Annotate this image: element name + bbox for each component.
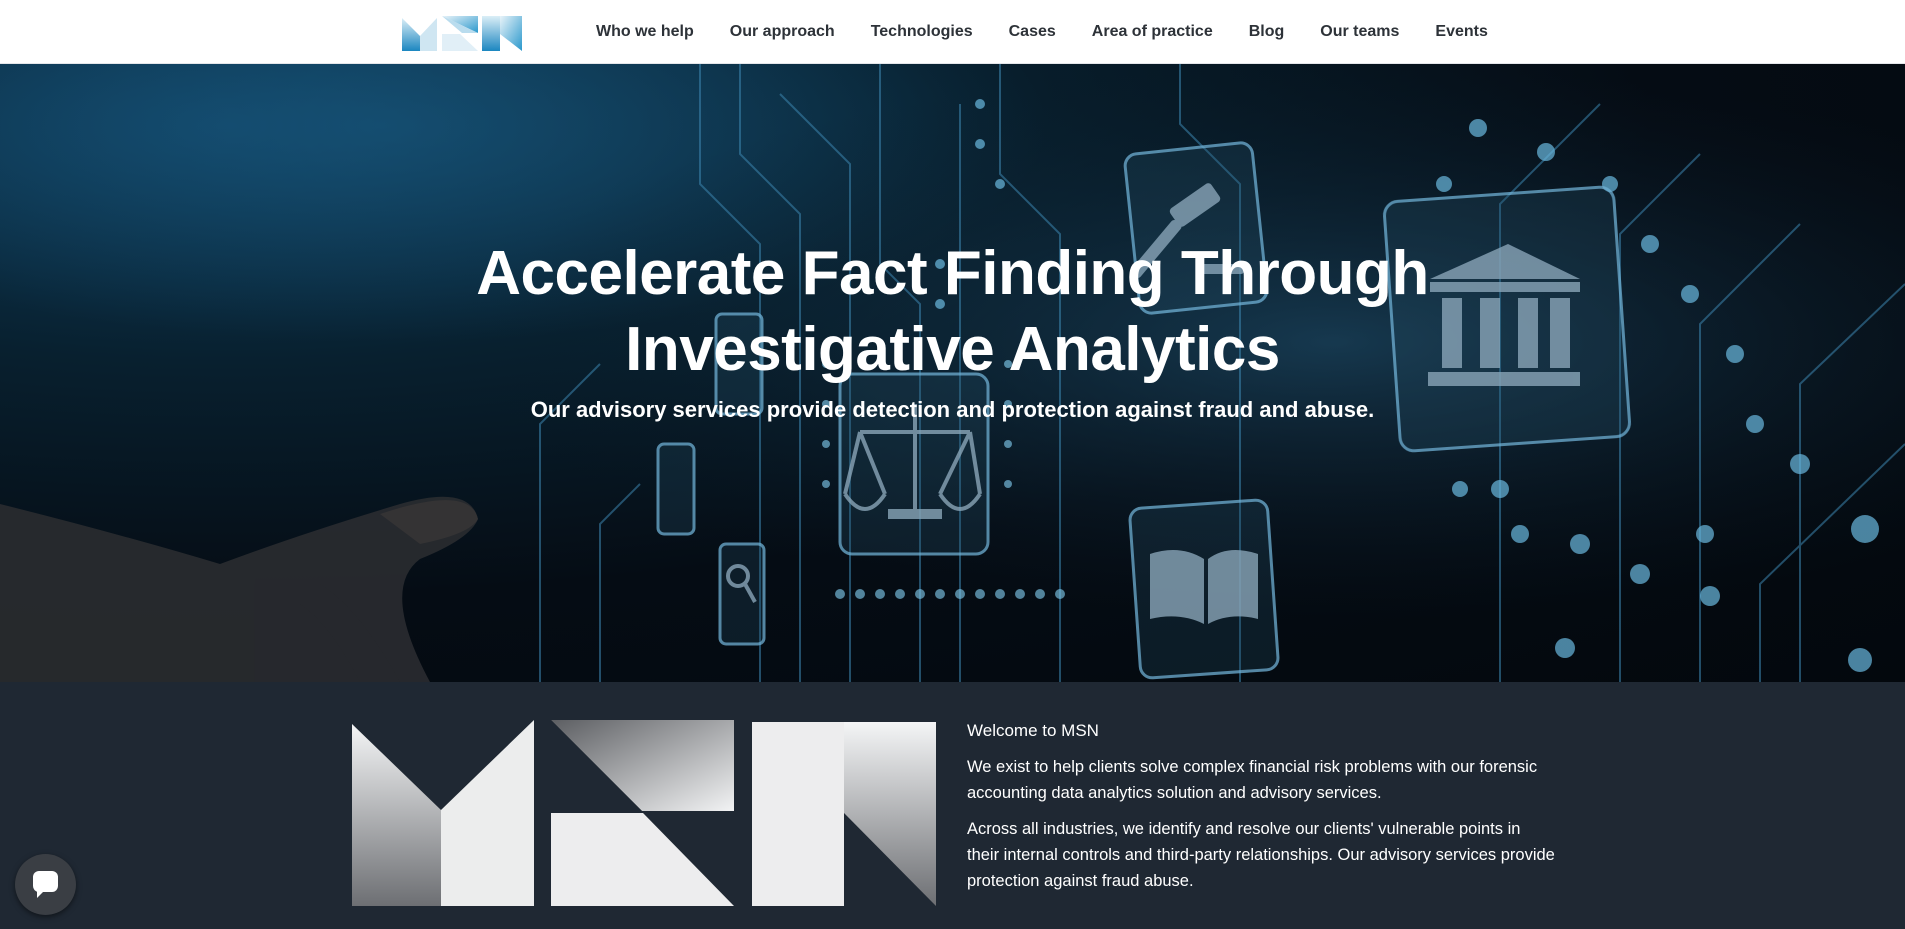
- welcome-paragraph-1: We exist to help clients solve complex f…: [967, 758, 1538, 802]
- msn-large-logo: [352, 720, 936, 906]
- hero-title-line-1: Accelerate Fact Finding Through: [476, 239, 1429, 308]
- chat-bubble-icon: [33, 871, 58, 898]
- nav-our-approach[interactable]: Our approach: [730, 23, 835, 41]
- hero-title: Accelerate Fact Finding Through Investig…: [430, 236, 1475, 388]
- nav-area-of-practice[interactable]: Area of practice: [1092, 23, 1213, 41]
- nav-our-teams[interactable]: Our teams: [1320, 23, 1399, 41]
- hero-banner: Accelerate Fact Finding Through Investig…: [0, 64, 1905, 682]
- welcome-section: Welcome to MSN We exist to help clients …: [0, 682, 1905, 929]
- site-header: Who we help Our approach Technologies Ca…: [0, 0, 1905, 64]
- hero-title-line-2: Investigative Analytics: [625, 315, 1280, 384]
- chat-widget-button[interactable]: [15, 854, 76, 915]
- main-nav: Who we help Our approach Technologies Ca…: [578, 0, 1506, 64]
- nav-who-we-help[interactable]: Who we help: [596, 23, 694, 41]
- msn-logo[interactable]: [402, 14, 522, 51]
- nav-cases[interactable]: Cases: [1009, 23, 1056, 41]
- welcome-paragraph-2: Across all industries, we identify and r…: [967, 820, 1555, 890]
- welcome-text: Welcome to MSN We exist to help clients …: [967, 718, 1557, 904]
- nav-technologies[interactable]: Technologies: [871, 23, 973, 41]
- nav-events[interactable]: Events: [1435, 23, 1487, 41]
- nav-blog[interactable]: Blog: [1249, 23, 1285, 41]
- hero-subtitle: Our advisory services provide detection …: [530, 397, 1375, 422]
- welcome-heading: Welcome to MSN: [967, 721, 1099, 740]
